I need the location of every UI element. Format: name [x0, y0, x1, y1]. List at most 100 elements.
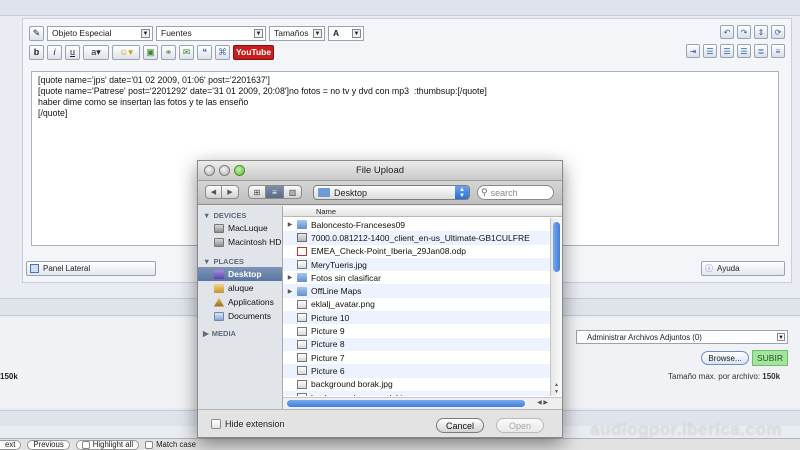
horizontal-scrollbar[interactable]: ◀ ▶ — [283, 397, 562, 409]
disclosure-right-icon[interactable]: ▶ — [283, 288, 297, 295]
icon-view-icon[interactable]: ⊞ — [248, 185, 266, 199]
text-style-icon[interactable]: a▾ — [83, 44, 109, 60]
file-row[interactable]: ▶ OffLine Maps — [283, 284, 550, 298]
file-row[interactable]: MeryTueris.jpg — [283, 257, 550, 272]
font-select[interactable]: Fuentes ▼ — [156, 25, 266, 41]
file-row[interactable]: Picture 8 — [283, 337, 550, 351]
disclosure-right-icon[interactable]: ▶ — [283, 274, 297, 281]
file-row[interactable]: eklalj_avatar.png — [283, 298, 550, 311]
devices-heading[interactable]: ▼ DEVICES — [198, 206, 282, 221]
sidebar-item-label: Macintosh HD — [228, 237, 282, 247]
align-left-icon[interactable]: ☰ — [703, 44, 717, 58]
font-label: Fuentes — [161, 28, 192, 38]
italic-button[interactable]: i — [47, 44, 62, 60]
hide-extension-checkbox[interactable]: Hide extension — [211, 419, 285, 429]
folder-icon — [297, 220, 307, 230]
find-next-button[interactable]: ext — [0, 439, 22, 450]
cancel-button[interactable]: Cancel — [436, 418, 484, 433]
file-row[interactable]: Picture 10 — [283, 311, 550, 325]
file-row[interactable]: 7000.0.081212-1400_client_en-us_Ultimate… — [283, 231, 550, 245]
file-row[interactable]: ▶ Baloncesto-Franceses09 — [283, 218, 550, 231]
file-row[interactable]: Picture 7 — [283, 351, 550, 364]
horizontal-scroll-thumb[interactable] — [287, 400, 525, 407]
find-previous-button[interactable]: Previous — [27, 439, 70, 450]
file-row[interactable]: background borak.jpg — [283, 378, 550, 391]
underline-button[interactable]: u — [65, 44, 80, 60]
search-icon: ⚲ — [481, 187, 488, 197]
sidebar-item-macintosh-hd[interactable]: Macintosh HD — [198, 235, 282, 249]
location-label: Desktop — [334, 187, 368, 198]
match-case-toggle[interactable]: Match case — [145, 440, 196, 449]
vertical-scrollbar[interactable]: ▲ ▼ — [550, 218, 562, 396]
file-upload-dialog: File Upload ◀ ▶ ⊞ ≡ ▥ Desktop ▲ ▼ ⚲ searc… — [197, 160, 563, 438]
location-popup[interactable]: Desktop ▲ ▼ — [313, 185, 470, 200]
forward-icon[interactable]: ▶ — [222, 185, 239, 199]
source-toggle-icon[interactable]: ✎ — [29, 25, 44, 41]
places-heading[interactable]: ▼ PLACES — [198, 249, 282, 267]
youtube-button[interactable]: YouTube — [233, 44, 275, 60]
image-insert-icon[interactable]: ▣ — [143, 44, 158, 60]
help-button[interactable]: ⓘ Ayuda — [701, 261, 785, 276]
column-header-name[interactable]: Name — [283, 206, 562, 217]
file-row[interactable]: ▶ Fotos sin clasificar — [283, 271, 550, 284]
view-mode-switcher: ⊞ ≡ ▥ — [248, 185, 302, 199]
file-row[interactable]: background euromodal.jpg — [283, 390, 550, 396]
refresh-icon[interactable]: ⟳ — [771, 25, 785, 39]
disclosure-right-icon[interactable]: ▶ — [283, 221, 297, 228]
special-object-select[interactable]: Objeto Especial ▼ — [47, 25, 153, 41]
folder-icon — [318, 188, 330, 197]
quote-insert-icon[interactable]: ❝ — [197, 44, 212, 60]
sidebar-item-documents[interactable]: Documents — [198, 309, 282, 323]
bullet-list-icon[interactable]: ≣ — [754, 44, 768, 58]
link-insert-icon[interactable]: ⚭ — [161, 44, 176, 60]
font-color-select[interactable]: A ▼ — [328, 25, 364, 41]
undo-icon[interactable]: ↶ — [720, 25, 734, 39]
media-heading[interactable]: ▶ MEDIA — [198, 323, 282, 339]
places-heading-label: PLACES — [213, 257, 244, 266]
scroll-arrows-icon[interactable]: ▲ ▼ — [551, 382, 562, 396]
numbered-list-icon[interactable]: ≡ — [771, 44, 785, 58]
highlight-all-toggle[interactable]: Highlight all — [75, 439, 140, 450]
file-row[interactable]: Picture 9 — [283, 324, 550, 337]
dialog-footer: Hide extension Cancel Open — [198, 409, 562, 437]
email-insert-icon[interactable]: ✉ — [179, 44, 194, 60]
list-view-icon[interactable]: ≡ — [266, 185, 284, 199]
upload-button[interactable]: SUBIR — [752, 350, 788, 366]
horizontal-scroll-arrows-icon[interactable]: ◀ ▶ — [537, 399, 548, 406]
redo-icon[interactable]: ↷ — [737, 25, 751, 39]
sidebar-item-aluque[interactable]: aluque — [198, 281, 282, 295]
resize-icon[interactable]: ⇕ — [754, 25, 768, 39]
file-name: Picture 6 — [311, 365, 345, 376]
zoom-window-icon[interactable] — [234, 165, 245, 176]
column-view-icon[interactable]: ▥ — [284, 185, 302, 199]
max-size-value: 150k — [762, 372, 781, 381]
size-select[interactable]: Tamaños ▼ — [269, 25, 325, 41]
search-input[interactable]: ⚲ search — [477, 185, 554, 200]
chevron-down-icon: ▼ — [141, 28, 150, 38]
editor-toolbar-row-2: b i u a▾ ☺▾ ▣ ⚭ ✉ ❝ ⌘ YouTube — [29, 44, 275, 60]
sidebar-item-macluque[interactable]: MacLuque — [198, 221, 282, 235]
file-row[interactable]: EMEA_Check-Point_Iberia_29Jan08.odp — [283, 245, 550, 258]
vertical-scroll-thumb[interactable] — [553, 222, 560, 272]
open-button[interactable]: Open — [496, 418, 544, 433]
close-window-icon[interactable] — [204, 165, 215, 176]
smiley-icon[interactable]: ☺▾ — [112, 44, 140, 60]
file-row[interactable]: Picture 6 — [283, 364, 550, 378]
minimize-window-icon[interactable] — [219, 165, 230, 176]
code-insert-icon[interactable]: ⌘ — [215, 44, 230, 60]
attachments-select[interactable]: Administrar Archivos Adjuntos (0) ▼ — [576, 330, 788, 344]
sidebar-item-applications[interactable]: Applications — [198, 295, 282, 309]
indent-icon[interactable]: ⇥ — [686, 44, 700, 58]
file-name: eklalj_avatar.png — [311, 299, 375, 310]
chevron-down-icon: ▼ — [254, 28, 263, 38]
side-panel-button[interactable]: Panel Lateral — [26, 261, 156, 276]
sidebar-item-desktop[interactable]: Desktop — [198, 267, 282, 281]
align-right-icon[interactable]: ☰ — [737, 44, 751, 58]
back-icon[interactable]: ◀ — [205, 185, 222, 199]
document-icon — [297, 246, 307, 256]
media-heading-label: MEDIA — [211, 329, 236, 338]
browse-button[interactable]: Browse... — [701, 351, 749, 365]
bold-button[interactable]: b — [29, 44, 44, 60]
align-center-icon[interactable]: ☰ — [720, 44, 734, 58]
help-label: Ayuda — [717, 264, 740, 273]
